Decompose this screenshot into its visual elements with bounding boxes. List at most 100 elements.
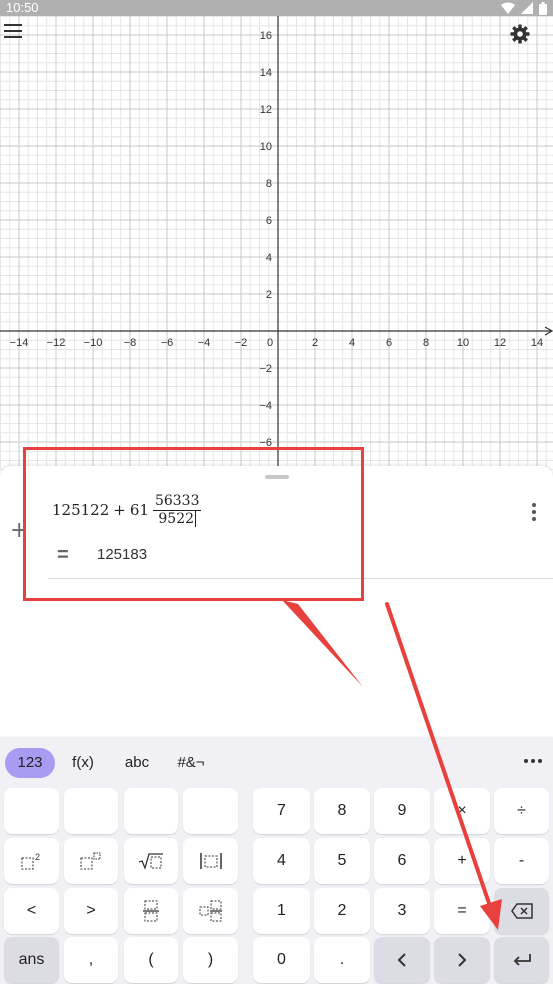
more-dot: [531, 759, 535, 763]
key-greater-than[interactable]: >: [64, 888, 118, 934]
x-tick-label: 8: [423, 337, 429, 349]
key-0[interactable]: 0: [253, 937, 310, 983]
more-dot: [532, 503, 536, 507]
key-fraction[interactable]: [124, 888, 178, 934]
settings-button[interactable]: [510, 24, 550, 64]
mixed-number-template-icon: [199, 900, 222, 922]
key-blank-3[interactable]: [124, 788, 178, 834]
y-tick-label: 10: [260, 141, 272, 153]
algebra-panel[interactable]: + 125122 + 61 56333 9522 = 125183: [0, 466, 553, 736]
x-tick-label: 4: [349, 337, 355, 349]
key-power[interactable]: [64, 838, 118, 884]
more-dot: [532, 517, 536, 521]
key-blank-1[interactable]: [4, 788, 59, 834]
result-value: 125183: [97, 546, 148, 563]
svg-text:2: 2: [35, 852, 40, 862]
result-equals-sign: =: [57, 544, 69, 566]
more-dot: [538, 759, 542, 763]
y-tick-label: 4: [266, 252, 272, 264]
key-minus[interactable]: -: [494, 838, 549, 884]
status-bar: 10:50: [0, 0, 553, 16]
tab-abc[interactable]: abc: [114, 748, 160, 778]
expr-whole: 61: [129, 501, 149, 519]
key-mixed-number[interactable]: [183, 888, 238, 934]
expr-plus: +: [113, 501, 126, 519]
key-7[interactable]: 7: [253, 788, 310, 834]
key-open-paren[interactable]: (: [124, 937, 178, 983]
status-icons: [501, 1, 547, 15]
text-caret: [195, 510, 197, 527]
key-sqrt[interactable]: [124, 838, 178, 884]
fraction-template-icon: [143, 900, 159, 922]
power-template-icon: [80, 852, 101, 870]
key-close-paren[interactable]: ): [183, 937, 238, 983]
sqrt-template-icon: [138, 853, 163, 870]
algebra-input-row[interactable]: 125122 + 61 56333 9522: [52, 488, 202, 532]
enter-icon: [513, 954, 531, 966]
battery-icon: [539, 1, 547, 15]
key-2[interactable]: 2: [314, 888, 370, 934]
square-template-icon: 2: [21, 852, 40, 870]
key-backspace[interactable]: [494, 888, 549, 934]
key-blank-2[interactable]: [64, 788, 118, 834]
key-9[interactable]: 9: [374, 788, 430, 834]
fraction-numerator: 56333: [152, 492, 202, 511]
row-more-options-button[interactable]: [524, 500, 544, 524]
key-enter[interactable]: [494, 937, 549, 983]
x-tick-label: −10: [84, 337, 103, 349]
key-1[interactable]: 1: [253, 888, 310, 934]
more-dot: [524, 759, 528, 763]
key-square[interactable]: 2: [4, 838, 59, 884]
x-tick-label: −4: [198, 337, 211, 349]
key-8[interactable]: 8: [314, 788, 370, 834]
key-5[interactable]: 5: [314, 838, 370, 884]
key-cursor-right[interactable]: [434, 937, 490, 983]
tab-symbols[interactable]: #&¬: [168, 748, 214, 778]
chevron-right-icon: [458, 953, 467, 967]
y-tick-label: 6: [266, 215, 272, 227]
signal-icon: [521, 2, 533, 14]
keyboard-tabs: 123 f(x) abc #&¬: [0, 737, 553, 785]
more-dot: [532, 510, 536, 514]
abs-template-icon: [199, 853, 222, 869]
menu-button[interactable]: [4, 24, 44, 64]
key-divide[interactable]: ÷: [494, 788, 549, 834]
graphics-view[interactable]: −14 −12 −10 −8 −6 −4 −2 0 2 4 6 8 10 12 14 16 14 12 10 8 6 4 2…: [0, 16, 553, 470]
y-tick-label: 16: [260, 30, 272, 42]
key-equals[interactable]: =: [434, 888, 490, 934]
key-6[interactable]: 6: [374, 838, 430, 884]
key-blank-4[interactable]: [183, 788, 238, 834]
add-item-plus-icon[interactable]: +: [10, 518, 28, 543]
x-tick-label: 6: [386, 337, 392, 349]
key-ans[interactable]: ans: [4, 937, 59, 983]
key-less-than[interactable]: <: [4, 888, 59, 934]
x-tick-label: −14: [10, 337, 29, 349]
y-tick-label: 2: [266, 289, 272, 301]
key-decimal[interactable]: .: [314, 937, 370, 983]
graph-canvas[interactable]: −14 −12 −10 −8 −6 −4 −2 0 2 4 6 8 10 12 14 16 14 12 10 8 6 4 2…: [0, 16, 553, 470]
x-tick-label: 12: [494, 337, 506, 349]
key-cursor-left[interactable]: [374, 937, 430, 983]
tab-123[interactable]: 123: [5, 748, 55, 778]
tab-fx[interactable]: f(x): [60, 748, 106, 778]
key-comma[interactable]: ,: [64, 937, 118, 983]
y-tick-label: −4: [259, 400, 272, 412]
y-tick-label: −6: [259, 437, 272, 449]
panel-drag-handle[interactable]: [265, 475, 289, 479]
y-tick-label: −2: [259, 363, 272, 375]
key-plus[interactable]: +: [434, 838, 490, 884]
key-multiply[interactable]: ×: [434, 788, 490, 834]
status-time: 10:50: [6, 0, 39, 15]
expr-integer: 125122: [52, 501, 110, 519]
wifi-icon: [501, 2, 515, 14]
key-abs[interactable]: [183, 838, 238, 884]
key-4[interactable]: 4: [253, 838, 310, 884]
y-tick-label: 8: [266, 178, 272, 190]
keyboard-more-button[interactable]: [524, 759, 542, 763]
x-tick-label: −6: [161, 337, 174, 349]
x-tick-label: 10: [457, 337, 469, 349]
key-3[interactable]: 3: [374, 888, 430, 934]
y-tick-label: 12: [260, 104, 272, 116]
fraction-denominator-text: 9522: [158, 510, 195, 527]
hamburger-menu-icon: [4, 24, 22, 38]
